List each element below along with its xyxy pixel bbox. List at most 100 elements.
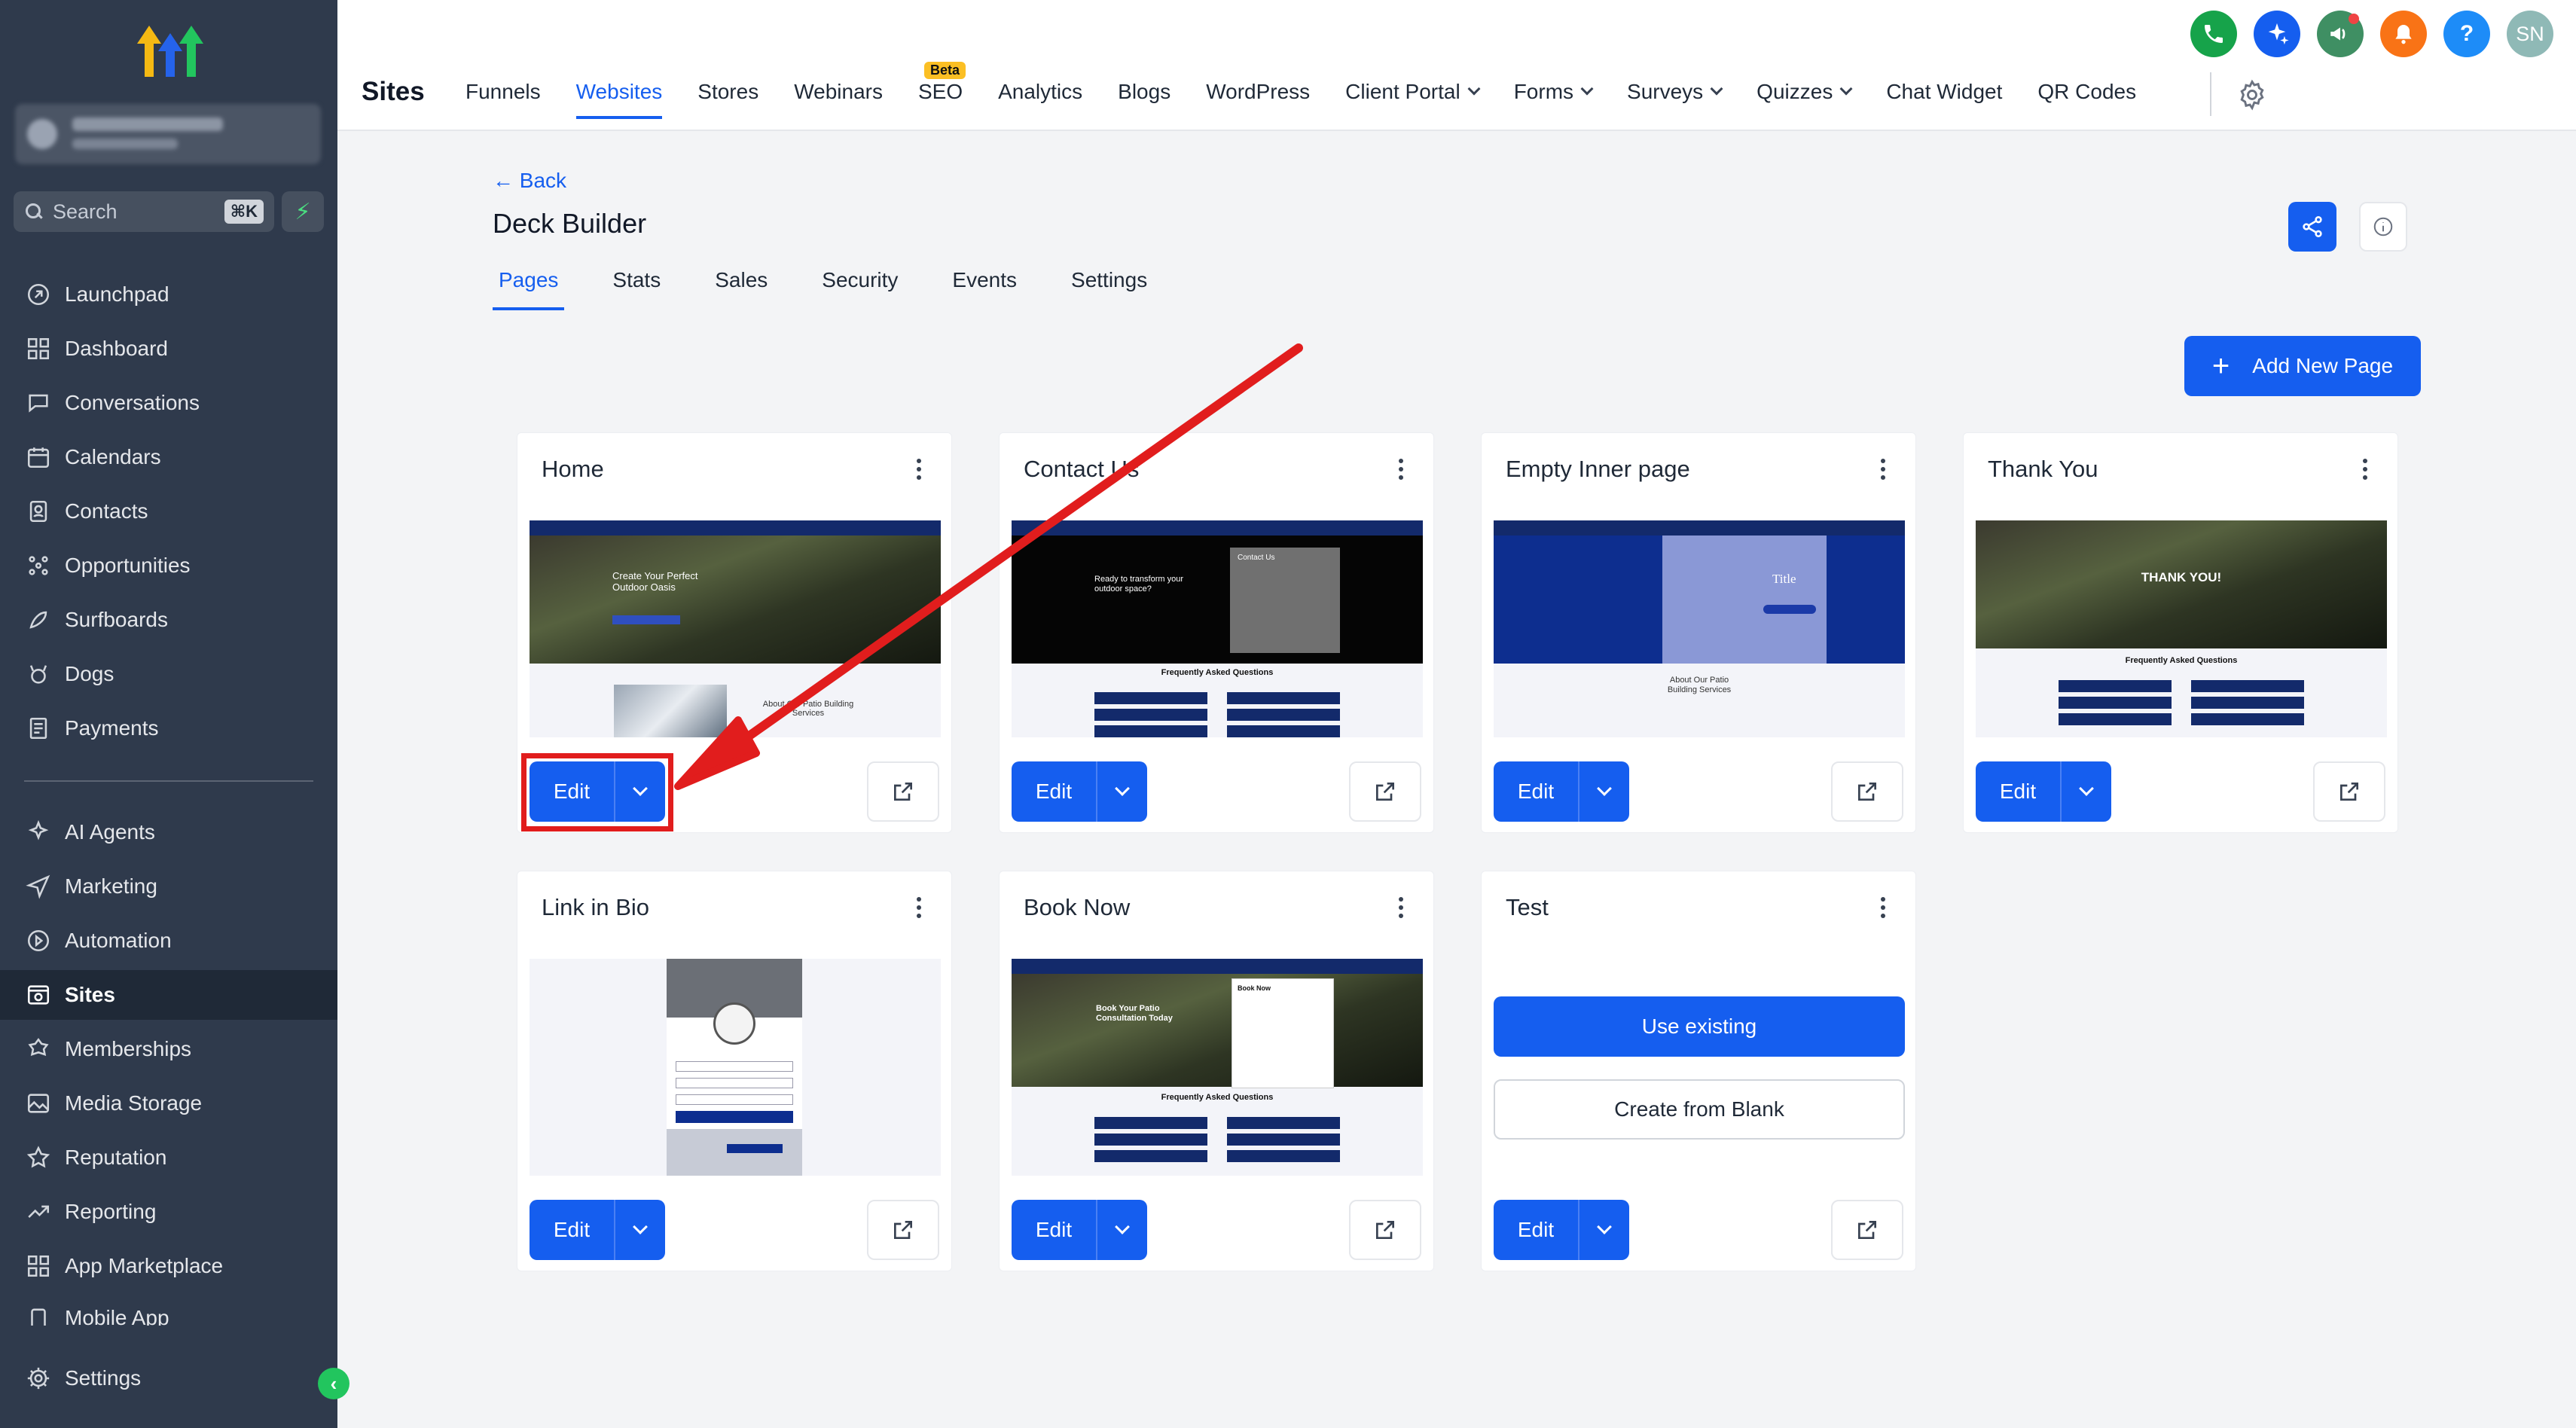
sidebar-item-marketing[interactable]: Marketing [0,862,337,911]
edit-button[interactable]: Edit [1976,761,2062,822]
edit-dropdown-button[interactable] [1579,761,1629,822]
sidebar-item-settings[interactable]: Settings [0,1353,337,1403]
open-preview-button[interactable] [1831,1200,1903,1260]
share-button[interactable] [2288,202,2336,252]
tab-settings[interactable]: Settings [1065,268,1153,292]
tab-stats[interactable]: Stats [606,268,667,292]
account-switcher[interactable] [15,104,321,164]
phone-button[interactable] [2190,11,2237,57]
sidebar-item-opportunities[interactable]: Opportunities [0,541,337,590]
more-options-icon[interactable] [917,459,923,481]
collapse-sidebar-button[interactable]: ‹ [318,1368,349,1399]
search-input[interactable]: Search ⌘K [14,191,274,232]
nav-funnels[interactable]: Funnels [465,75,541,108]
tab-events[interactable]: Events [946,268,1023,292]
page-card-contact-us: Contact Us Ready to transform your outdoo… [999,432,1434,833]
nav-separator [2210,72,2211,116]
edit-dropdown-button[interactable] [1579,1200,1629,1260]
page-preview-thumbnail[interactable]: Book Your Patio Consultation Today Book N… [1012,959,1423,1176]
notifications-button[interactable] [2380,11,2427,57]
tab-security[interactable]: Security [816,268,904,292]
edit-dropdown-button[interactable] [1097,1200,1147,1260]
sidebar-item-label: Dashboard [65,337,168,360]
edit-dropdown-button[interactable] [1097,761,1147,822]
media-icon [24,1089,53,1118]
ai-assistant-button[interactable] [2254,11,2300,57]
page-preview-thumbnail[interactable]: THANK YOU! Frequently Asked Questions [1976,520,2387,737]
sidebar-item-automation[interactable]: Automation [0,916,337,966]
page-card-title: Thank You [1988,456,2098,482]
page-preview-thumbnail[interactable] [530,959,941,1176]
sidebar-item-memberships[interactable]: Memberships [0,1024,337,1074]
sidebar-item-label: Automation [65,929,172,952]
use-existing-button[interactable]: Use existing [1494,996,1905,1057]
sidebar-item-conversations[interactable]: Conversations [0,378,337,428]
open-preview-button[interactable] [2313,761,2385,822]
sidebar-item-sites[interactable]: Sites [0,970,337,1020]
sidebar-item-surfboards[interactable]: Surfboards [0,595,337,645]
sidebar-item-calendars[interactable]: Calendars [0,432,337,482]
open-preview-button[interactable] [867,1200,939,1260]
sidebar-item-reporting[interactable]: Reporting [0,1187,337,1237]
sidebar-item-dogs[interactable]: Dogs [0,649,337,699]
announcements-button[interactable] [2317,11,2364,57]
page-preview-thumbnail[interactable]: Create Your Perfect Outdoor Oasis About O… [530,520,941,737]
help-button[interactable]: ? [2443,11,2490,57]
external-link-icon [894,1221,912,1239]
nav-qr-codes[interactable]: QR Codes [2037,75,2136,108]
nav-webinars[interactable]: Webinars [794,75,883,108]
edit-button[interactable]: Edit [530,1200,615,1260]
tab-sales[interactable]: Sales [709,268,774,292]
back-link[interactable]: ← Back [493,169,566,193]
nav-stores[interactable]: Stores [697,75,758,108]
create-from-blank-button[interactable]: Create from Blank [1494,1079,1905,1140]
nav-wordpress[interactable]: WordPress [1206,75,1310,108]
more-options-icon[interactable] [917,897,923,920]
sidebar-item-dashboard[interactable]: Dashboard [0,324,337,374]
open-preview-button[interactable] [867,761,939,822]
more-options-icon[interactable] [1399,459,1405,481]
nav-client-portal[interactable]: Client Portal [1345,75,1481,108]
open-preview-button[interactable] [1349,761,1421,822]
nav-blogs[interactable]: Blogs [1118,75,1170,108]
edit-button[interactable]: Edit [1012,761,1097,822]
sidebar-item-media-storage[interactable]: Media Storage [0,1079,337,1128]
sidebar-item-launchpad[interactable]: Launchpad [0,270,337,319]
sidebar-item-ai-agents[interactable]: AI Agents [0,807,337,857]
more-options-icon[interactable] [2363,459,2369,481]
sidebar-item-mobile-app[interactable]: Mobile App [0,1295,337,1326]
nav-analytics[interactable]: Analytics [998,75,1082,108]
avatar[interactable]: SN [2507,11,2553,57]
edit-dropdown-button[interactable] [2062,761,2111,822]
sidebar-item-contacts[interactable]: Contacts [0,487,337,536]
open-preview-button[interactable] [1831,761,1903,822]
more-options-icon[interactable] [1881,897,1887,920]
add-new-page-button[interactable]: + Add New Page [2184,336,2421,396]
tab-pages[interactable]: Pages [493,268,565,310]
more-options-icon[interactable] [1881,459,1887,481]
open-preview-button[interactable] [1349,1200,1421,1260]
avatar-initials: SN [2516,22,2544,45]
nav-quizzes[interactable]: Quizzes [1757,75,1853,108]
nav-forms[interactable]: Forms [1514,75,1594,108]
nav-chat-widget[interactable]: Chat Widget [1886,75,2002,108]
page-preview-thumbnail[interactable]: Ready to transform your outdoor space? Co… [1012,520,1423,737]
app-logo[interactable] [133,17,208,81]
edit-dropdown-button[interactable] [615,1200,665,1260]
edit-button[interactable]: Edit [1012,1200,1097,1260]
nav-websites[interactable]: Websites [575,75,662,119]
settings-gear-icon[interactable] [2236,78,2269,111]
nav-seo[interactable]: SEO Beta [918,62,966,108]
info-button[interactable] [2359,202,2407,252]
edit-button[interactable]: Edit [1494,1200,1579,1260]
edit-button[interactable]: Edit [1494,761,1579,822]
nav-surveys[interactable]: Surveys [1627,75,1723,108]
edit-button-group: Edit [1494,761,1629,822]
sidebar-item-payments[interactable]: Payments [0,703,337,753]
star-icon [24,1143,53,1172]
quick-actions-button[interactable]: ⚡ [282,191,324,232]
more-options-icon[interactable] [1399,897,1405,920]
sidebar-item-reputation[interactable]: Reputation [0,1133,337,1182]
sidebar-item-app-marketplace[interactable]: App Marketplace [0,1241,337,1291]
page-preview-thumbnail[interactable]: Title About Our Patio Building Services [1494,520,1905,737]
